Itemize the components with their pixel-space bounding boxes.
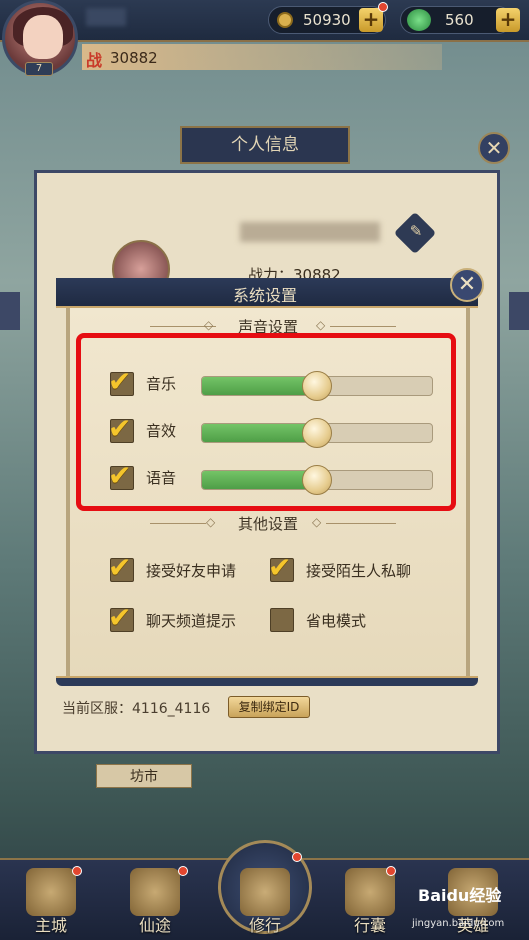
server-label: 当前区服：4116_4116 <box>62 701 211 717</box>
side-tab-right[interactable] <box>509 292 529 330</box>
copy-bind-id-button[interactable]: 复制绑定ID <box>228 696 310 718</box>
jade-icon <box>407 9 431 31</box>
diamond-ornament: ◇ <box>204 318 214 332</box>
settings-bottom-bar <box>56 676 478 686</box>
diamond-ornament: ◇ <box>206 515 216 529</box>
other-option-label: 接受陌生人私聊 <box>306 562 412 580</box>
section-divider <box>150 523 206 524</box>
notification-dot <box>178 866 188 876</box>
notification-dot <box>386 866 396 876</box>
avatar-face <box>23 15 63 59</box>
nav-label-3[interactable]: 行囊 <box>335 912 405 936</box>
coin-icon <box>277 12 293 28</box>
other-option-label: 接受好友申请 <box>146 562 237 580</box>
edit-icon: ✎ <box>409 222 423 240</box>
diamond-ornament: ◇ <box>316 318 326 332</box>
nav-icon-2[interactable] <box>240 868 290 916</box>
fangshi-sign: 坊市 <box>96 764 192 788</box>
section-divider <box>326 523 396 524</box>
watermark-url: jingyan.baidu.com <box>412 918 505 929</box>
other-option-label: 聊天频道提示 <box>146 612 237 630</box>
power-value: 30882 <box>110 49 158 67</box>
nav-label-2[interactable]: 修行 <box>230 912 300 936</box>
add-jade-button[interactable]: + <box>496 8 520 32</box>
power-icon: 战 <box>86 51 103 70</box>
side-tab-left[interactable] <box>0 292 20 330</box>
personal-info-title: 个人信息 <box>180 126 350 164</box>
nav-label-1[interactable]: 仙途 <box>120 912 190 936</box>
other-checkbox-3[interactable] <box>270 608 294 632</box>
info-close-button[interactable]: ✕ <box>478 132 510 164</box>
checkmark-icon: ✔ <box>268 551 292 584</box>
add-coins-button[interactable]: + <box>359 8 383 32</box>
info-name-redacted <box>240 222 380 242</box>
checkmark-icon: ✔ <box>108 601 132 634</box>
jade-value: 560 <box>445 11 474 29</box>
player-name-redacted <box>86 8 126 26</box>
nav-icon-1[interactable] <box>130 868 180 916</box>
coin-value: 50930 <box>303 11 351 29</box>
notification-dot <box>378 2 388 12</box>
highlight-annotation <box>76 333 456 511</box>
section-divider <box>330 326 396 327</box>
watermark-text: Baidu经验 <box>418 886 502 905</box>
diamond-ornament: ◇ <box>312 515 322 529</box>
other-option-label: 省电模式 <box>306 612 367 630</box>
nav-icon-0[interactable] <box>26 868 76 916</box>
settings-title: 系统设置 <box>232 286 297 305</box>
player-level-badge: 7 <box>25 62 53 76</box>
notification-dot <box>292 852 302 862</box>
nav-label-0[interactable]: 主城 <box>16 912 86 936</box>
other-section-title: 其他设置 <box>237 515 298 533</box>
notification-dot <box>72 866 82 876</box>
settings-close-button[interactable]: ✕ <box>450 268 484 302</box>
checkmark-icon: ✔ <box>108 551 132 584</box>
